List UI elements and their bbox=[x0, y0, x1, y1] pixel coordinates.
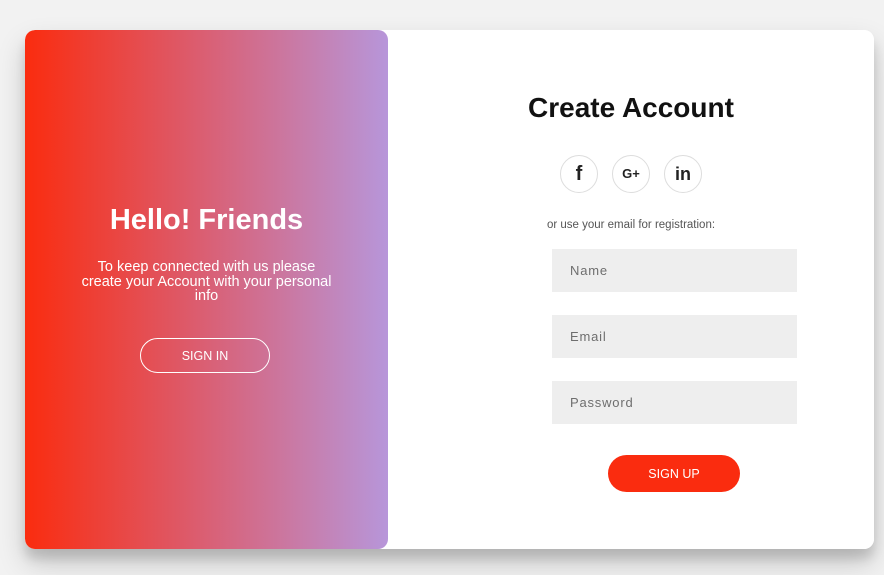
form-title: Create Account bbox=[528, 92, 734, 123]
password-input[interactable] bbox=[552, 381, 797, 424]
sign-up-button[interactable]: SIGN UP bbox=[608, 455, 740, 492]
google-plus-icon[interactable]: G+ bbox=[612, 155, 650, 193]
overlay-description: To keep connected with us please create … bbox=[81, 259, 332, 304]
overlay-title: Hello! Friends bbox=[109, 204, 304, 236]
linkedin-icon-label: in bbox=[675, 164, 691, 184]
google-plus-icon-label: G+ bbox=[622, 166, 640, 181]
social-buttons: f G+ in bbox=[388, 155, 874, 193]
registration-hint: or use your email for registration: bbox=[546, 219, 716, 231]
linkedin-icon[interactable]: in bbox=[664, 155, 702, 193]
email-input[interactable] bbox=[552, 315, 797, 358]
signup-card: Hello! Friends To keep connected with us… bbox=[25, 30, 874, 549]
welcome-overlay-panel: Hello! Friends To keep connected with us… bbox=[25, 30, 388, 549]
facebook-icon[interactable]: f bbox=[560, 155, 598, 193]
create-account-form: Create Account f G+ in or use your email… bbox=[388, 30, 874, 549]
sign-in-button[interactable]: SIGN IN bbox=[140, 338, 270, 373]
facebook-icon-label: f bbox=[575, 163, 583, 185]
name-input[interactable] bbox=[552, 249, 797, 292]
